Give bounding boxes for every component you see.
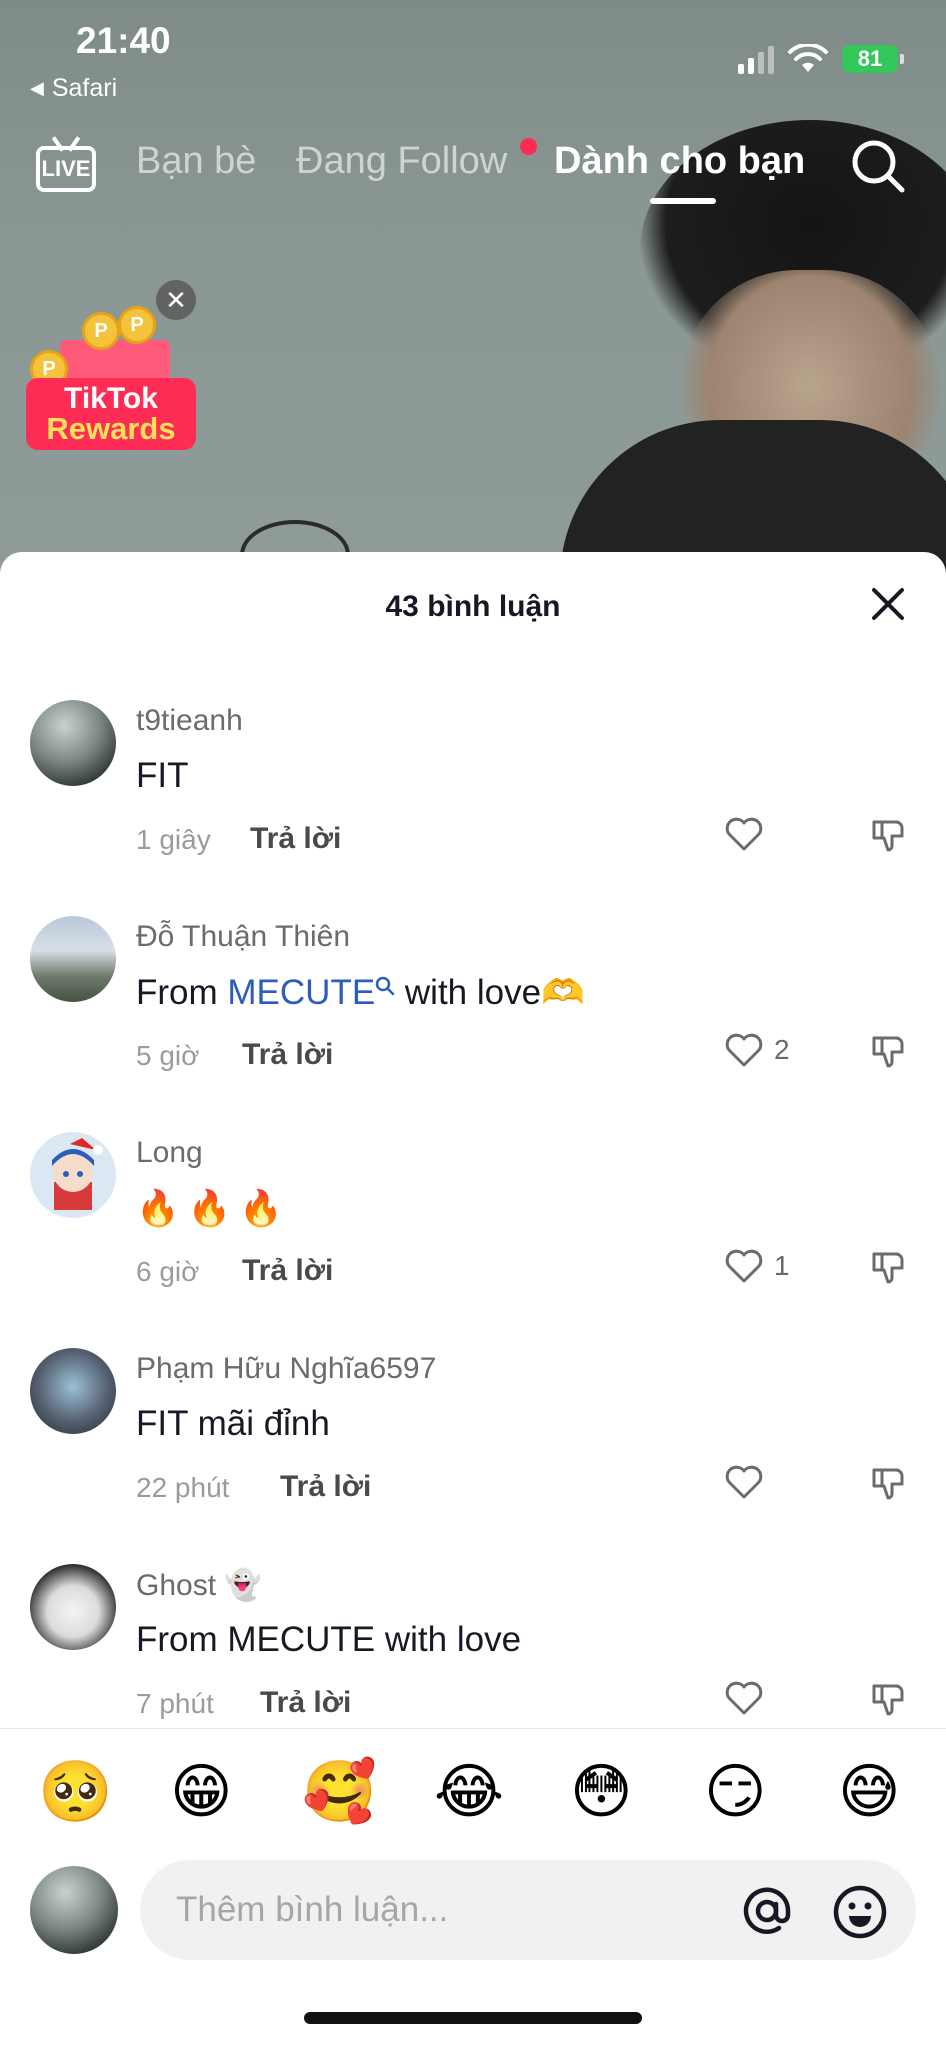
avatar[interactable] xyxy=(30,1348,116,1434)
comment-item: Đỗ Thuận Thiên From MECUTE with love🫶 5 … xyxy=(0,890,946,1106)
heart-icon xyxy=(725,1249,763,1283)
comment-text: FIT mãi đỉnh xyxy=(136,1404,330,1443)
heart-icon xyxy=(725,817,763,851)
status-time: 21:40 xyxy=(76,20,171,61)
tab-for-you[interactable]: Dành cho bạn xyxy=(554,140,805,183)
comment-input-bar[interactable] xyxy=(140,1860,916,1960)
comment-text-part: with love🫶 xyxy=(395,973,585,1012)
back-to-app-link[interactable]: ◀ Safari xyxy=(30,74,117,103)
thumbs-down-icon[interactable] xyxy=(868,1680,908,1720)
active-tab-indicator xyxy=(650,198,716,204)
avatar[interactable] xyxy=(30,916,116,1002)
like-button[interactable] xyxy=(724,1462,774,1502)
comment-time: 22 phút xyxy=(136,1472,230,1503)
back-app-label: Safari xyxy=(51,74,118,102)
reply-button[interactable]: Trả lời xyxy=(242,1038,333,1072)
avatar[interactable] xyxy=(30,1132,116,1218)
back-triangle-icon: ◀ xyxy=(30,78,44,98)
comment-text: FIT xyxy=(136,756,189,795)
battery-level: 81 xyxy=(857,46,883,71)
emoji-button[interactable]: 😂 xyxy=(434,1756,504,1828)
emoji-button[interactable]: 😏 xyxy=(704,1756,767,1828)
reply-button[interactable]: Trả lời xyxy=(242,1254,333,1288)
comments-count-title: 43 bình luận xyxy=(385,590,561,623)
battery-icon: 81 xyxy=(842,45,904,73)
comment-text: From MECUTE with love xyxy=(136,1620,522,1659)
at-icon[interactable] xyxy=(740,1884,794,1938)
rewards-subtitle: Rewards xyxy=(46,411,176,446)
comment-time: 1 giây xyxy=(136,824,211,855)
avatar[interactable] xyxy=(30,700,116,786)
emoji-button[interactable]: 😳 xyxy=(570,1756,633,1828)
comment-username[interactable]: Long xyxy=(136,1136,203,1170)
tab-friends[interactable]: Bạn bè xyxy=(136,140,256,183)
comment-username[interactable]: Ghost 👻 xyxy=(136,1568,262,1603)
like-count: 1 xyxy=(774,1250,790,1281)
like-count: 2 xyxy=(774,1034,790,1065)
comment-item: Ghost 👻 From MECUTE with love 7 phút Trả… xyxy=(0,1538,946,1754)
mention-link[interactable]: MECUTE xyxy=(227,973,375,1012)
comment-text: From MECUTE with love🫶 xyxy=(136,972,585,1013)
thumbs-down-icon[interactable] xyxy=(868,1464,908,1504)
like-button[interactable]: 1 xyxy=(724,1246,790,1286)
comment-text: 🔥🔥🔥 xyxy=(136,1189,291,1228)
thumbs-down-icon[interactable] xyxy=(868,1032,908,1072)
live-label: LIVE xyxy=(36,146,96,192)
comment-time: 5 giờ xyxy=(136,1040,200,1071)
comment-username[interactable]: Đỗ Thuận Thiên xyxy=(136,920,350,954)
thumbs-down-icon[interactable] xyxy=(868,816,908,856)
comment-item: Phạm Hữu Nghĩa6597 FIT mãi đỉnh 22 phút … xyxy=(0,1322,946,1538)
like-button[interactable] xyxy=(724,814,774,854)
wifi-icon xyxy=(788,44,828,72)
avatar[interactable] xyxy=(30,1564,116,1650)
comment-input[interactable] xyxy=(176,1882,676,1938)
emoji-quick-bar: 🥺 😁 🥰 😂 😳 😏 😅 xyxy=(0,1756,946,1836)
avatar-character-icon xyxy=(52,1138,103,1210)
emoji-button[interactable]: 😁 xyxy=(170,1756,233,1828)
heart-icon xyxy=(725,1681,763,1715)
emoji-button[interactable]: 🥺 xyxy=(38,1756,113,1828)
rewards-close-icon[interactable]: ✕ xyxy=(156,280,196,320)
comment-time: 7 phút xyxy=(136,1688,214,1719)
comment-username[interactable]: t9tieanh xyxy=(136,704,243,738)
emoji-button[interactable]: 😅 xyxy=(838,1756,901,1828)
comment-item: t9tieanh FIT 1 giây Trả lời xyxy=(0,674,946,890)
reply-button[interactable]: Trả lời xyxy=(280,1470,371,1504)
live-button[interactable]: LIVE xyxy=(36,136,98,194)
reply-button[interactable]: Trả lời xyxy=(250,822,341,856)
comment-username[interactable]: Phạm Hữu Nghĩa6597 xyxy=(136,1352,436,1386)
coin-icon: P xyxy=(82,312,120,350)
like-button[interactable]: 2 xyxy=(724,1030,790,1070)
comment-item: Long 🔥🔥🔥 6 giờ Trả lời 1 xyxy=(0,1106,946,1322)
rewards-title: TikTok xyxy=(64,382,158,415)
rewards-label: TikTok Rewards xyxy=(26,378,196,450)
divider xyxy=(0,1728,946,1729)
smile-icon[interactable] xyxy=(832,1884,888,1940)
search-icon[interactable] xyxy=(850,138,906,194)
comment-time: 6 giờ xyxy=(136,1256,200,1287)
notification-dot xyxy=(520,138,537,155)
reply-button[interactable]: Trả lời xyxy=(260,1686,351,1720)
coin-icon: P xyxy=(118,306,156,344)
search-icon xyxy=(375,976,395,996)
comment-text-part: From xyxy=(136,973,228,1012)
thumbs-down-icon[interactable] xyxy=(868,1248,908,1288)
like-button[interactable] xyxy=(724,1678,774,1718)
heart-icon xyxy=(725,1033,763,1067)
emoji-button[interactable]: 🥰 xyxy=(302,1756,377,1828)
close-icon[interactable] xyxy=(868,584,908,624)
tab-following[interactable]: Đang Follow xyxy=(296,140,507,183)
status-indicators: 81 xyxy=(738,44,904,74)
cellular-signal-icon xyxy=(738,44,774,74)
my-avatar xyxy=(30,1866,118,1954)
heart-icon xyxy=(725,1465,763,1499)
home-indicator xyxy=(304,2012,642,2024)
